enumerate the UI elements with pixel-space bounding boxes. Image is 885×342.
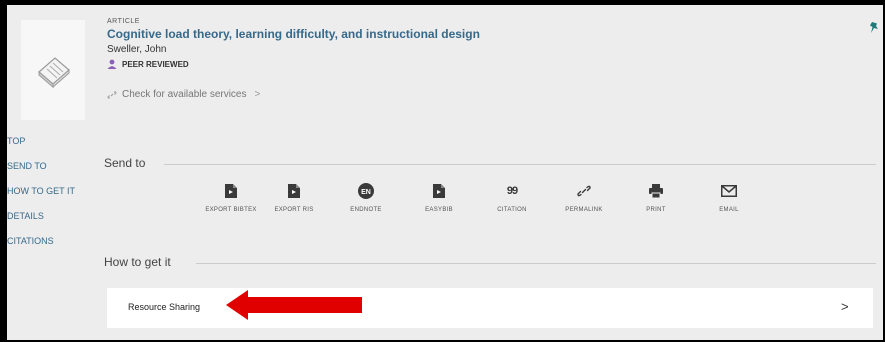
sidebar-item-send-to[interactable]: SEND TO [7,161,75,173]
print-button[interactable]: PRINT [621,183,691,213]
endnote-icon: EN [358,183,374,199]
export-ris-button[interactable]: EXPORT RIS [259,183,329,213]
sidebar-item-top[interactable]: TOP [7,136,75,148]
export-ris-label: EXPORT RIS [274,207,314,213]
email-label: EMAIL [719,207,739,213]
send-to-divider [164,164,876,165]
peer-reviewed-icon [107,59,117,69]
sidebar-item-details[interactable]: DETAILS [7,211,75,223]
resource-sharing-row[interactable]: Resource Sharing > [107,288,873,328]
peer-reviewed-label: PEER REVIEWED [122,59,189,69]
record-header: ARTICLE Cognitive load theory, learning … [107,18,480,69]
file-ris-icon [288,184,300,198]
how-to-get-it-divider [196,263,876,264]
file-bibtex-icon [225,184,237,198]
print-label: PRINT [646,207,666,213]
permalink-button[interactable]: PERMALINK [549,183,619,213]
envelope-icon [721,185,737,197]
send-to-heading: Send to [104,156,146,170]
endnote-button[interactable]: EN ENDNOTE [331,183,401,213]
check-services-link[interactable]: Check for available services > [107,89,260,100]
export-bibtex-label: EXPORT BIBTEX [205,207,257,213]
endnote-label: ENDNOTE [350,207,382,213]
check-services-label: Check for available services [122,89,247,100]
search-result-panel: ARTICLE Cognitive load theory, learning … [7,5,883,340]
sidebar-nav: TOP SEND TO HOW TO GET IT DETAILS CITATI… [7,136,75,261]
chevron-right-icon: > [841,299,849,314]
document-icon [38,57,70,89]
record-title-link[interactable]: Cognitive load theory, learning difficul… [107,27,480,41]
how-to-get-it-heading: How to get it [104,255,171,269]
link-icon [107,90,117,99]
link-icon [577,185,591,197]
record-type: ARTICLE [107,18,140,25]
permalink-label: PERMALINK [565,207,603,213]
sidebar-item-citations[interactable]: CITATIONS [7,236,75,248]
pin-icon [870,22,878,33]
chevron-right-icon: > [254,89,261,100]
peer-reviewed-badge: PEER REVIEWED [107,59,480,69]
citation-label: CITATION [497,207,527,213]
easybib-icon [433,184,445,198]
resource-sharing-label: Resource Sharing [128,302,201,312]
easybib-label: EASYBIB [425,207,453,213]
endnote-badge-text: EN [361,189,371,196]
easybib-button[interactable]: EASYBIB [404,183,474,213]
pin-button[interactable] [869,21,879,39]
sidebar-item-how-to-get-it[interactable]: HOW TO GET IT [7,186,75,198]
annotation-arrow-icon [226,290,362,320]
export-bibtex-button[interactable]: EXPORT BIBTEX [196,183,266,213]
citation-button[interactable]: 99 CITATION [477,183,547,213]
quote-icon: 99 [506,185,518,197]
article-thumbnail [21,20,85,120]
record-author: Sweller, John [107,44,167,55]
email-button[interactable]: EMAIL [694,183,764,213]
printer-icon [649,184,663,198]
